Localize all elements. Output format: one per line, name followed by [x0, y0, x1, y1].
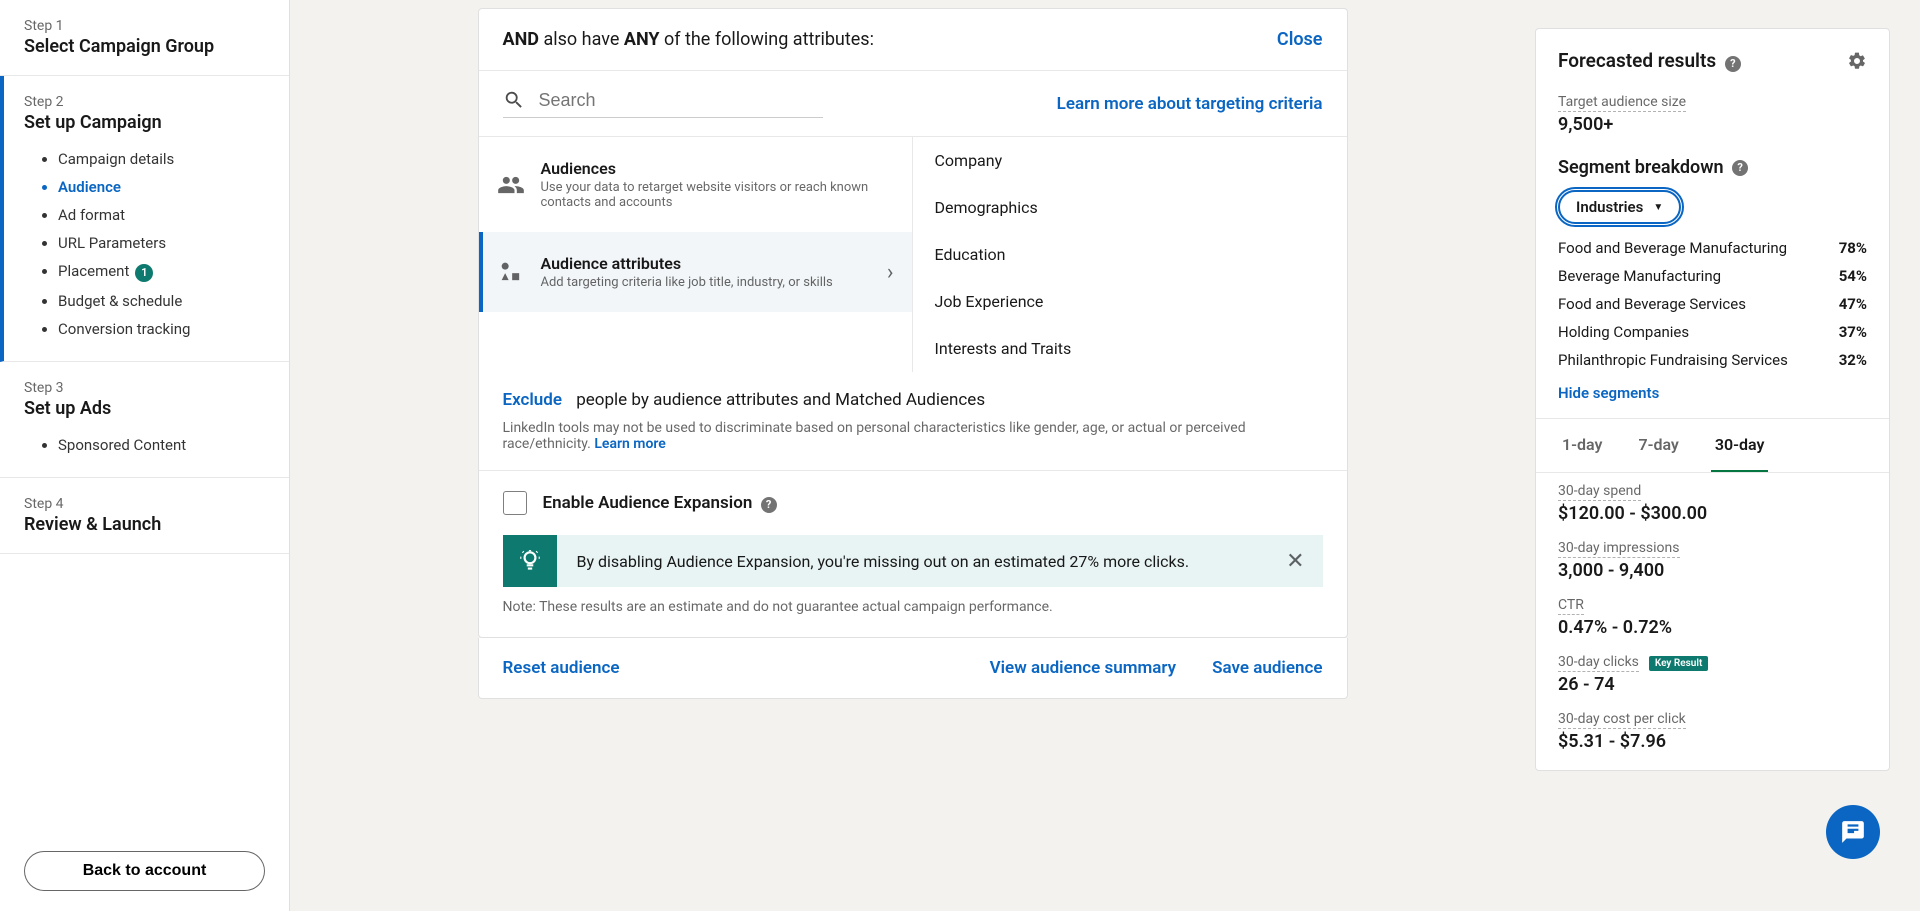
- step-4[interactable]: Step 4 Review & Launch: [0, 478, 289, 554]
- sidebar: Step 1 Select Campaign Group Step 2 Set …: [0, 0, 290, 911]
- substep-url-parameters[interactable]: URL Parameters: [58, 229, 265, 257]
- segment-select[interactable]: Industries: [1558, 190, 1681, 224]
- audiences-option[interactable]: Audiences Use your data to retarget webs…: [479, 137, 912, 232]
- step-2-items: Campaign details Audience Ad format URL …: [58, 145, 265, 343]
- subcat-education[interactable]: Education: [913, 231, 1347, 278]
- attributes-desc: Add targeting criteria like job title, i…: [541, 275, 833, 290]
- subcat-company[interactable]: Company: [913, 137, 1347, 184]
- help-icon[interactable]: ?: [1732, 160, 1748, 176]
- and-any-prefix: AND also have ANY of the following attri…: [503, 29, 874, 50]
- forecast-panel: Forecasted results ? Target audience siz…: [1535, 28, 1890, 771]
- lightbulb-icon: [517, 548, 543, 574]
- step-label: Step 3: [24, 380, 265, 396]
- segment-list: Food and Beverage Manufacturing78% Bever…: [1536, 234, 1889, 374]
- tab-30day[interactable]: 30-day: [1711, 419, 1769, 472]
- disclaimer: LinkedIn tools may not be used to discri…: [479, 420, 1347, 471]
- learn-more-targeting-link[interactable]: Learn more about targeting criteria: [1057, 94, 1323, 114]
- reset-audience-button[interactable]: Reset audience: [503, 658, 620, 678]
- substep-sponsored-content[interactable]: Sponsored Content: [58, 431, 265, 459]
- step-label: Step 4: [24, 496, 265, 512]
- audiences-desc: Use your data to retarget website visito…: [541, 180, 894, 210]
- chat-icon: [1840, 819, 1866, 845]
- segment-row: Holding Companies37%: [1536, 318, 1889, 346]
- subcat-demographics[interactable]: Demographics: [913, 184, 1347, 231]
- forecast-title: Forecasted results ?: [1558, 49, 1741, 72]
- actions-bar: Reset audience View audience summary Sav…: [478, 638, 1348, 699]
- key-result-badge: Key Result: [1649, 656, 1708, 671]
- segment-row: Food and Beverage Manufacturing78%: [1536, 234, 1889, 262]
- segment-row: Philanthropic Fundraising Services32%: [1536, 346, 1889, 374]
- enable-expansion-checkbox[interactable]: [503, 491, 527, 515]
- tab-1day[interactable]: 1-day: [1558, 419, 1606, 472]
- metric-impressions: 30-day impressions 3,000 - 9,400: [1536, 530, 1889, 587]
- expansion-alert: By disabling Audience Expansion, you're …: [503, 535, 1323, 587]
- substep-audience[interactable]: Audience: [58, 173, 265, 201]
- substep-campaign-details[interactable]: Campaign details: [58, 145, 265, 173]
- estimate-note: Note: These results are an estimate and …: [479, 599, 1347, 637]
- subcat-interests-traits[interactable]: Interests and Traits: [913, 325, 1347, 372]
- help-icon[interactable]: ?: [1725, 56, 1741, 72]
- subcat-job-experience[interactable]: Job Experience: [913, 278, 1347, 325]
- alert-text: By disabling Audience Expansion, you're …: [557, 536, 1269, 587]
- segment-row: Beverage Manufacturing54%: [1536, 262, 1889, 290]
- step-label: Step 2: [24, 94, 265, 110]
- save-audience-button[interactable]: Save audience: [1212, 658, 1322, 678]
- view-summary-button[interactable]: View audience summary: [990, 658, 1176, 678]
- metric-ctr: CTR 0.47% - 0.72%: [1536, 587, 1889, 644]
- substep-ad-format[interactable]: Ad format: [58, 201, 265, 229]
- audiences-title: Audiences: [541, 159, 894, 178]
- exclude-link[interactable]: Exclude: [503, 390, 563, 410]
- attributes-panel: AND also have ANY of the following attri…: [478, 8, 1348, 638]
- people-icon: [497, 171, 525, 199]
- step-2[interactable]: Step 2 Set up Campaign Campaign details …: [0, 76, 289, 362]
- metric-spend: 30-day spend $120.00 - $300.00: [1536, 473, 1889, 530]
- step-1[interactable]: Step 1 Select Campaign Group: [0, 0, 289, 76]
- back-to-account-button[interactable]: Back to account: [24, 851, 265, 891]
- search-icon: [503, 89, 525, 111]
- step-title: Set up Campaign: [24, 112, 265, 133]
- substep-budget-schedule[interactable]: Budget & schedule: [58, 287, 265, 315]
- alert-close-button[interactable]: ✕: [1268, 549, 1322, 574]
- attribute-category-list: Audiences Use your data to retarget webs…: [479, 137, 913, 372]
- main-content: AND also have ANY of the following attri…: [290, 0, 1535, 911]
- search-box[interactable]: [503, 89, 823, 118]
- enable-expansion-label: Enable Audience Expansion ?: [543, 493, 777, 513]
- help-icon[interactable]: ?: [761, 497, 777, 513]
- metric-cpc: 30-day cost per click $5.31 - $7.96: [1536, 701, 1889, 758]
- target-size-value: 9,500+: [1558, 114, 1867, 135]
- step-label: Step 1: [24, 18, 265, 34]
- step-3[interactable]: Step 3 Set up Ads Sponsored Content: [0, 362, 289, 478]
- chat-fab[interactable]: [1826, 805, 1880, 859]
- attributes-title: Audience attributes: [541, 254, 833, 273]
- forecast-tabs: 1-day 7-day 30-day: [1536, 419, 1889, 473]
- substep-conversion-tracking[interactable]: Conversion tracking: [58, 315, 265, 343]
- shapes-icon: [497, 258, 525, 286]
- step-title: Review & Launch: [24, 514, 265, 535]
- tab-7day[interactable]: 7-day: [1634, 419, 1682, 472]
- substep-placement[interactable]: Placement1: [58, 257, 265, 287]
- target-size-label: Target audience size: [1558, 94, 1686, 112]
- exclude-text: people by audience attributes and Matche…: [572, 390, 985, 410]
- hide-segments-link[interactable]: Hide segments: [1536, 374, 1889, 419]
- segment-breakdown-title: Segment breakdown ?: [1536, 143, 1889, 186]
- metric-clicks: 30-day clicksKey Result 26 - 74: [1536, 644, 1889, 701]
- close-button[interactable]: Close: [1277, 29, 1323, 50]
- step-3-items: Sponsored Content: [58, 431, 265, 459]
- attribute-subcategory-list: Company Demographics Education Job Exper…: [913, 137, 1347, 372]
- step-title: Select Campaign Group: [24, 36, 265, 57]
- exclude-row: Exclude people by audience attributes an…: [479, 372, 1347, 420]
- gear-icon[interactable]: [1847, 51, 1867, 71]
- disclaimer-learn-more-link[interactable]: Learn more: [594, 436, 665, 452]
- chevron-right-icon: ›: [887, 260, 894, 285]
- segment-row: Food and Beverage Services47%: [1536, 290, 1889, 318]
- audience-attributes-option[interactable]: Audience attributes Add targeting criter…: [479, 232, 912, 312]
- placement-badge: 1: [135, 264, 153, 282]
- step-title: Set up Ads: [24, 398, 265, 419]
- search-input[interactable]: [539, 90, 823, 111]
